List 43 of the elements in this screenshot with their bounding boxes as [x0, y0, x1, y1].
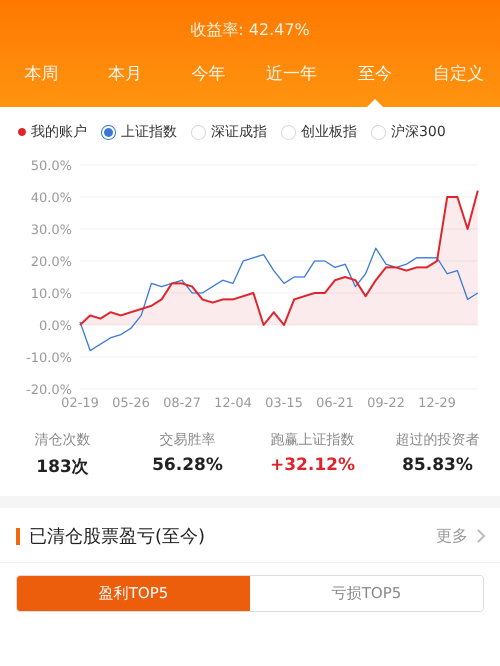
x-axis-label: 05-26 — [112, 396, 150, 411]
y-axis-label: 10.0% — [30, 287, 72, 302]
accent-bar — [16, 528, 20, 544]
x-axis-label: 12-04 — [214, 396, 252, 411]
legend-label[interactable]: 沪深300 — [391, 123, 446, 141]
period-tab[interactable]: 今年 — [166, 62, 250, 107]
y-axis-label: 30.0% — [30, 223, 72, 238]
x-axis-label: 06-21 — [316, 396, 354, 411]
stat-value: 56.28% — [152, 455, 223, 475]
period-tab[interactable]: 自定义 — [416, 62, 500, 107]
period-tab[interactable]: 至今 — [333, 62, 417, 107]
legend-label[interactable]: 深证成指 — [211, 123, 267, 141]
x-axis-label: 09-22 — [367, 396, 405, 411]
chevron-right-icon[interactable] — [476, 529, 486, 543]
period-tab[interactable]: 近一年 — [250, 62, 334, 107]
legend-label[interactable]: 创业板指 — [301, 123, 357, 141]
legend-label: 我的账户 — [31, 123, 87, 141]
return-rate: 收益率: 42.47% — [190, 20, 310, 41]
result-tab[interactable]: 盈利TOP5 — [17, 576, 250, 611]
x-axis-label: 08-27 — [163, 396, 201, 411]
more-link[interactable]: 更多 — [436, 526, 468, 546]
y-axis-label: 50.0% — [30, 159, 72, 174]
stat-label: 清仓次数 — [34, 431, 90, 449]
y-axis-label: -10.0% — [26, 351, 72, 366]
y-axis-label: 20.0% — [30, 255, 72, 270]
y-axis-label: 0.0% — [38, 319, 72, 334]
stat-value: 85.83% — [402, 455, 473, 475]
y-axis-label: -20.0% — [26, 383, 72, 398]
y-axis-label: 40.0% — [30, 191, 72, 206]
x-axis-label: 02-19 — [61, 396, 99, 411]
radio-button[interactable] — [101, 124, 116, 140]
period-tab[interactable]: 本月 — [83, 62, 167, 107]
stat-value: +32.12% — [270, 455, 356, 475]
selection-pointer-icon — [366, 99, 383, 107]
section-title: 已清仓股票盈亏(至今) — [29, 525, 206, 548]
period-tab[interactable]: 本周 — [0, 62, 84, 107]
legend-label[interactable]: 上证指数 — [121, 123, 177, 141]
x-axis-label: 03-15 — [265, 396, 303, 411]
stat-value: 183次 — [36, 456, 89, 478]
x-axis-label: 12-29 — [418, 396, 456, 411]
stat-label: 交易胜率 — [160, 431, 216, 449]
stat-label: 跑赢上证指数 — [270, 431, 354, 449]
stat-label: 超过的投资者 — [396, 431, 480, 449]
